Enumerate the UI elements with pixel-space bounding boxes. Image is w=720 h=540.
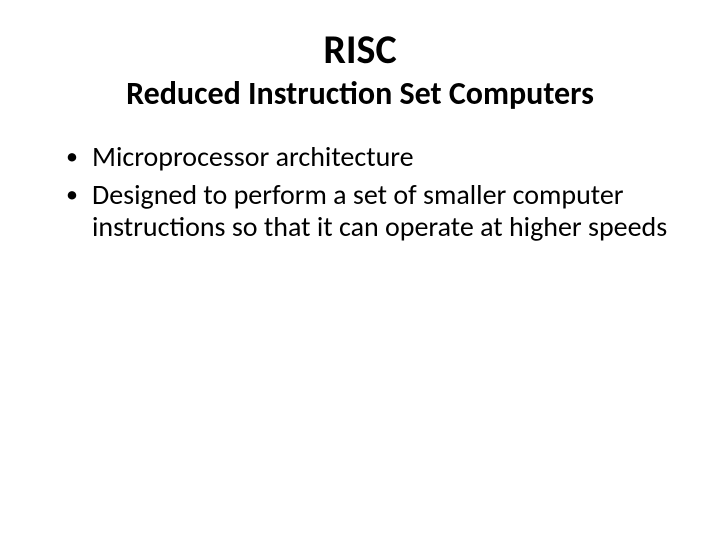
bullet-list: Microprocessor architecture Designed to …: [48, 141, 672, 244]
slide: RISC Reduced Instruction Set Computers M…: [0, 0, 720, 540]
list-item: Designed to perform a set of smaller com…: [60, 179, 672, 243]
slide-title: RISC: [48, 28, 672, 72]
list-item: Microprocessor architecture: [60, 141, 672, 173]
slide-subtitle: Reduced Instruction Set Computers: [48, 76, 672, 113]
